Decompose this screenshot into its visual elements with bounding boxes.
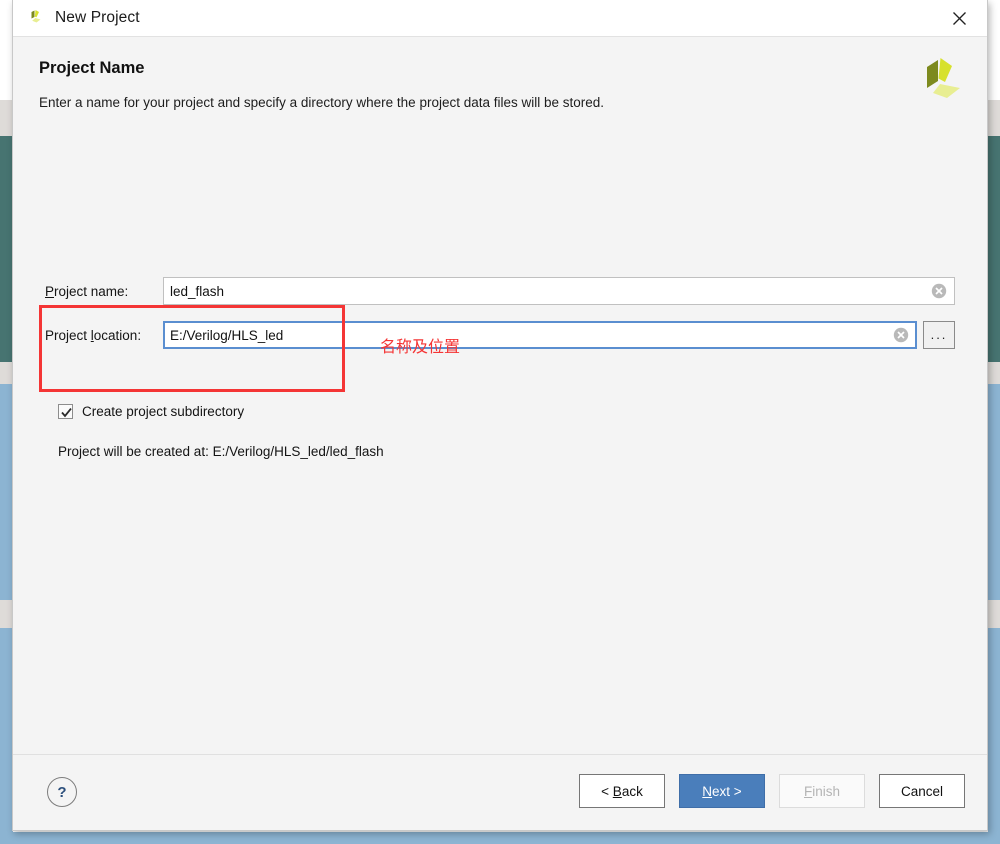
dialog-footer: ? < Back Next > Finish Cancel xyxy=(13,754,987,830)
page-title: Project Name xyxy=(39,59,145,77)
project-created-at-text: Project will be created at: E:/Verilog/H… xyxy=(58,444,384,459)
clear-circle-icon[interactable] xyxy=(893,327,909,343)
backdrop-strip-right-blue-upper xyxy=(988,384,1000,600)
checkmark-icon[interactable] xyxy=(58,404,73,419)
backdrop-strip-right-gray-mid xyxy=(988,362,1000,384)
close-icon[interactable] xyxy=(931,0,987,36)
question-mark-icon[interactable]: ? xyxy=(47,777,77,807)
finish-button: Finish xyxy=(779,774,865,808)
page-subtitle: Enter a name for your project and specif… xyxy=(39,95,605,110)
dialog-titlebar: New Project xyxy=(13,0,987,37)
annotation-note-text: 名称及位置 xyxy=(380,339,461,356)
dialog-body: 名称及位置 Project name: Project location: xyxy=(13,133,987,750)
project-location-label: Project location: xyxy=(45,327,142,343)
project-location-input-wrap xyxy=(163,321,917,349)
project-name-input[interactable] xyxy=(163,277,955,305)
browse-directory-button[interactable]: ... xyxy=(923,321,955,349)
back-button[interactable]: < Back xyxy=(579,774,665,808)
dialog-title: New Project xyxy=(55,9,140,26)
create-subdirectory-label: Create project subdirectory xyxy=(82,404,245,419)
project-location-row: Project location: ... xyxy=(45,321,955,349)
project-location-input[interactable] xyxy=(163,321,917,349)
project-name-label: Project name: xyxy=(45,283,129,299)
cancel-button[interactable]: Cancel xyxy=(879,774,965,808)
dialog-header: Project Name Enter a name for your proje… xyxy=(13,37,987,133)
dialog-nav-buttons: < Back Next > Finish Cancel xyxy=(579,774,965,808)
new-project-dialog: New Project Project Name Enter a name fo… xyxy=(12,0,988,831)
vitis-logo-icon xyxy=(25,8,45,28)
clear-circle-icon[interactable] xyxy=(931,283,947,299)
next-button[interactable]: Next > xyxy=(679,774,765,808)
project-name-input-wrap xyxy=(163,277,955,305)
backdrop-strip-right-blue-lower xyxy=(988,628,1000,844)
backdrop-strip-right-gray-low xyxy=(988,600,1000,628)
backdrop-strip-right-gray-top xyxy=(988,100,1000,136)
backdrop-strip-bottom-blue xyxy=(0,832,1000,844)
create-subdirectory-checkbox-row[interactable]: Create project subdirectory xyxy=(58,404,244,419)
backdrop-strip-right-teal xyxy=(988,136,1000,362)
vitis-logo-icon xyxy=(913,51,967,107)
project-name-row: Project name: xyxy=(45,277,955,305)
